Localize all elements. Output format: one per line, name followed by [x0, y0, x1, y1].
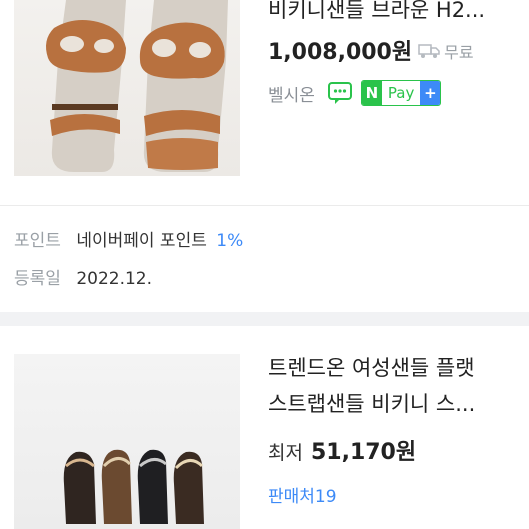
sandal-image [63, 449, 204, 524]
truck-icon [418, 44, 440, 58]
point-row: 포인트 네이버페이 포인트 1% [14, 226, 243, 251]
product-thumbnail-2[interactable] [14, 354, 240, 529]
sellers-count-link[interactable]: 판매처19 [268, 482, 337, 507]
product-title-1[interactable]: 비키니샌들 브라운 H2... [268, 0, 526, 24]
date-value: 2022.12. [76, 269, 153, 289]
talk-icon[interactable] [327, 81, 353, 105]
date-row: 등록일 2022.12. [14, 264, 152, 289]
npay-plus-icon: + [420, 81, 441, 105]
npay-n: N [361, 81, 382, 105]
seller-name[interactable]: 벨시온 [268, 81, 315, 106]
product-card-1[interactable]: 비키니샌들 브라운 H2... 1,008,000원 무료 벨시온 N Pay … [0, 0, 529, 312]
npay-pay: Pay [387, 84, 415, 102]
npay-badge: N Pay + [360, 80, 442, 106]
shipping-info: 무료 [418, 39, 474, 63]
section-divider [0, 312, 529, 326]
price-row-2: 최저 51,170원 [268, 434, 416, 466]
product-title-2-line2[interactable]: 스트랩샌들 비키니 스... [268, 388, 526, 418]
seller-row-1: 벨시온 N Pay + [268, 80, 442, 106]
sandal-image [46, 0, 228, 172]
shipping-label: 무료 [444, 43, 474, 62]
card-separator [0, 205, 529, 206]
product-thumbnail-1[interactable] [14, 0, 240, 176]
point-value: 네이버페이 포인트 [76, 231, 207, 251]
product-card-2[interactable]: 트렌드온 여성샌들 플랫 스트랩샌들 비키니 스... 최저 51,170원 판… [0, 326, 529, 529]
product-price-1: 1,008,000원 [268, 40, 413, 65]
price-row-1: 1,008,000원 무료 [268, 34, 474, 66]
lowest-label: 최저 [268, 442, 303, 464]
product-price-2: 51,170원 [310, 440, 417, 465]
product-title-2-line1[interactable]: 트렌드온 여성샌들 플랫 [268, 352, 526, 382]
point-percent: 1% [216, 231, 244, 251]
date-label: 등록일 [14, 269, 61, 289]
point-label: 포인트 [14, 231, 61, 251]
